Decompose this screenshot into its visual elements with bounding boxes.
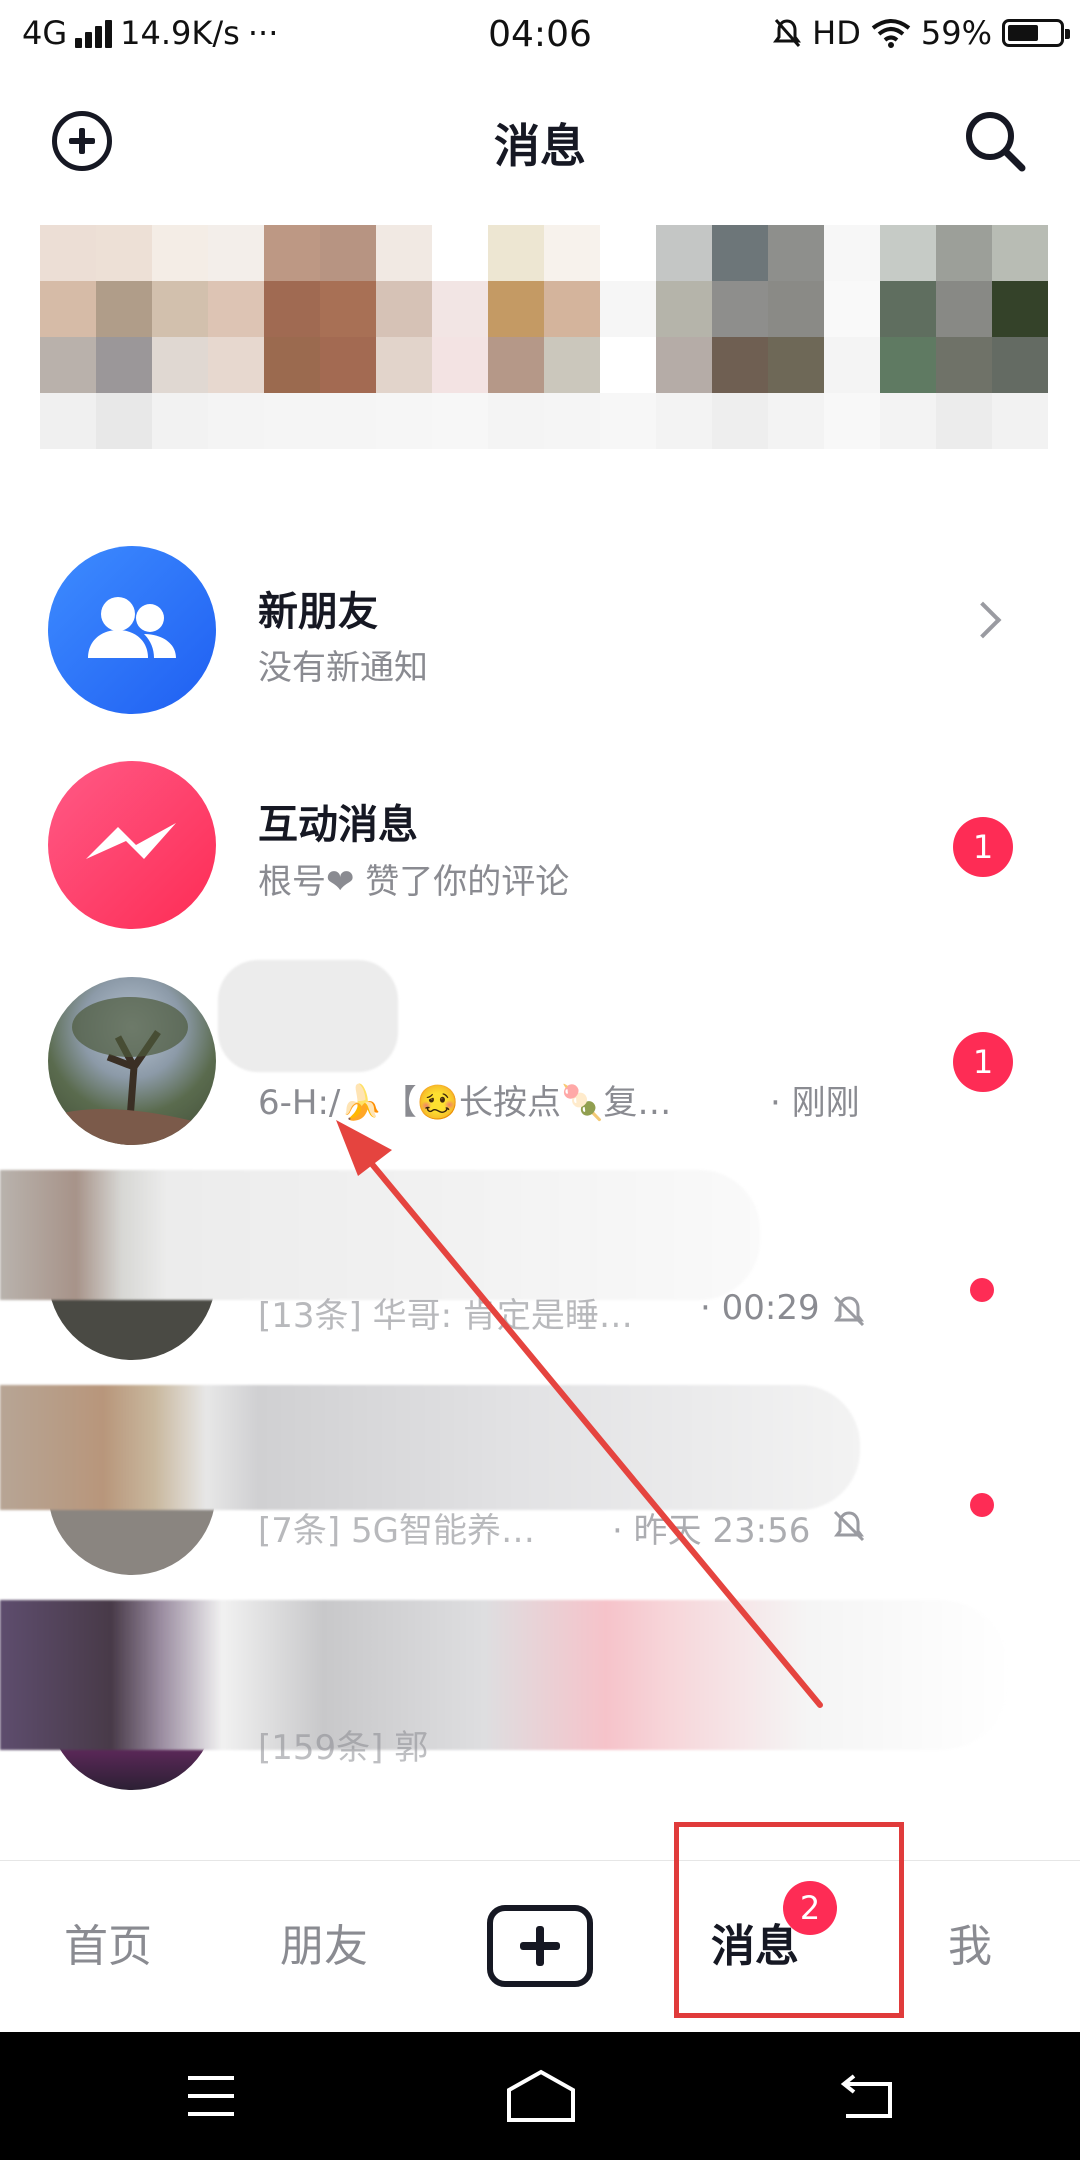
bottom-navigation: 首页 朋友 消息 2 我: [0, 1860, 1080, 2033]
annotation-highlight-box: [674, 1822, 904, 2018]
annotation-arrow: [336, 1120, 823, 1708]
nav-me[interactable]: 我: [880, 1861, 1060, 2033]
create-plus-button[interactable]: [487, 1905, 593, 1987]
system-nav-bar: [0, 2032, 1080, 2160]
back-icon[interactable]: [840, 2072, 896, 2120]
home-icon[interactable]: [505, 2068, 577, 2124]
menu-icon[interactable]: [186, 2074, 236, 2118]
nav-friends[interactable]: 朋友: [234, 1861, 414, 2033]
nav-home[interactable]: 首页: [18, 1861, 198, 2033]
